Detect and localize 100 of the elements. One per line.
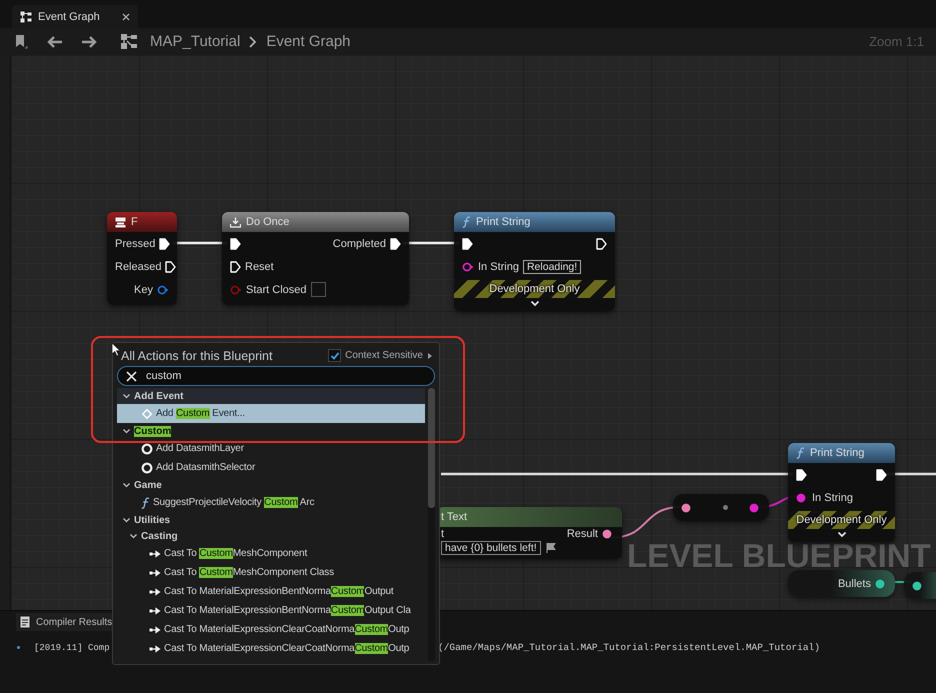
action-item[interactable]: Cast To CustomMeshComponent [117,544,425,563]
action-item[interactable]: Cast To MaterialExpressionClearCoatNormaCustomOutp [117,620,425,639]
data-pin[interactable] [912,580,924,590]
category-row[interactable]: Utilities [117,512,425,528]
clear-icon[interactable] [126,370,137,382]
exec-pin[interactable] [159,238,170,250]
graph-node[interactable]: Bullets [788,570,895,597]
exec-pin[interactable] [462,238,473,250]
action-item[interactable]: SuggestProjectileVelocity Custom Arc [117,493,425,512]
ring-icon [141,462,153,474]
action-item[interactable]: Cast To MaterialExpressionClearCoatNormaCustomOutp [117,639,425,658]
action-item[interactable]: Cast To MaterialExpressionBentNormaCustomOutput [117,582,425,601]
node-title: F [131,216,138,228]
category-row[interactable]: Add Event [117,388,425,404]
graph-node[interactable]: F Pressed Released Key [107,212,177,305]
data-pin[interactable] [157,284,169,294]
graph-node[interactable]: Print String In String Development Only [788,443,895,542]
graph-node[interactable]: Do Once Completed Reset Start Closed [222,212,409,305]
node-title: Print String [476,216,530,228]
graph-icon [120,33,138,50]
log-text: [2019.11] Comp [34,642,110,652]
dot-icon [723,505,728,510]
pin-label: Completed [332,238,386,250]
data-pin[interactable] [796,492,808,502]
breadcrumb-item[interactable]: MAP_Tutorial [150,33,240,50]
log-text: (/Game/Maps/MAP_Tutorial.MAP_Tutorial:PersistentLevel.MAP_Tutorial) [438,642,821,653]
graph-node[interactable]: Print String In String Reloading! Development Only [454,212,615,311]
data-pin[interactable] [749,502,761,512]
action-item[interactable]: Add Custom Event... [117,404,425,423]
action-item[interactable]: Cast To MaterialExpressionBentNormaCustomOutput Cla [117,601,425,620]
graph-node[interactable] [904,572,936,599]
pin-label: Released [115,260,162,272]
cast-icon [149,626,161,634]
pin-label: Pressed [115,238,156,250]
cast-icon [149,644,161,652]
exec-pin[interactable] [230,260,241,272]
menu-title: All Actions for this Blueprint [121,348,272,362]
close-icon[interactable] [122,12,130,20]
bullet-icon [17,646,20,649]
pin-label: t [441,528,444,540]
node-title: t Text [441,511,468,523]
function-icon [462,216,471,228]
node-title: Print String [810,447,864,459]
exec-pin[interactable] [230,238,241,250]
pin-label: Result [566,528,598,540]
editor-tab[interactable]: Event Graph [12,5,138,28]
exec-pin[interactable] [876,468,887,480]
checkbox[interactable] [328,349,342,362]
pin-label: In String [812,492,853,504]
cast-icon [149,588,161,596]
chevron-icon[interactable] [122,427,131,435]
category-row[interactable]: Casting [117,528,425,544]
data-pin[interactable] [681,502,693,512]
exec-pin[interactable] [390,238,401,250]
action-item[interactable]: Cast To CustomMeshComponent Class [117,563,425,582]
graph-node[interactable]: t Text t Result have {0} bullets left! [437,507,622,559]
document-icon [20,616,30,628]
node-title: Do Once [246,216,290,228]
cast-icon [149,550,161,558]
pin-label: Key [134,284,153,296]
cast-icon [149,568,161,576]
function-icon [796,447,805,459]
graph-node[interactable] [673,494,769,521]
expand-icon[interactable] [530,300,540,307]
pin-label: Start Closed [246,284,307,296]
data-pin[interactable] [602,529,614,539]
value-field[interactable]: Reloading! [522,260,582,274]
development-only-banner: Development Only [454,280,615,298]
action-item[interactable]: Add DatasmithSelector [117,458,425,477]
graph-icon [20,10,32,22]
exec-pin[interactable] [796,468,807,480]
category-row[interactable]: Game [117,477,425,493]
diamond-icon [141,408,153,420]
development-only-banner: Development Only [788,511,895,529]
exec-pin[interactable] [596,238,607,250]
bookmark-icon[interactable] [14,34,28,50]
macro-icon [230,216,241,228]
data-pin[interactable] [875,578,887,588]
keyboard-icon [115,216,126,228]
flag-icon[interactable] [544,542,557,554]
value-field[interactable]: have {0} bullets left! [441,541,541,555]
exec-pin[interactable] [165,260,176,272]
action-item[interactable]: Add DatasmithLayer [117,439,425,458]
category-row[interactable]: Custom [117,423,425,439]
checkbox[interactable] [310,282,326,297]
expand-icon[interactable] [836,531,846,538]
cast-icon [149,606,161,614]
function-icon [141,496,150,508]
breadcrumb-item[interactable]: Event Graph [266,33,351,50]
scrollbar[interactable] [428,388,435,661]
chevron-icon[interactable] [122,481,131,489]
data-pin[interactable] [462,262,474,272]
zoom-label: Zoom 1:1 [869,34,924,49]
ring-icon [141,442,153,454]
search-field[interactable]: custom [117,366,435,386]
triangle-right-icon[interactable] [427,352,433,360]
chevron-icon[interactable] [122,392,131,400]
checkbox-label[interactable]: Context Sensitive [345,350,423,361]
pin-label: Reset [245,260,274,272]
chevron-right-icon [248,34,258,48]
